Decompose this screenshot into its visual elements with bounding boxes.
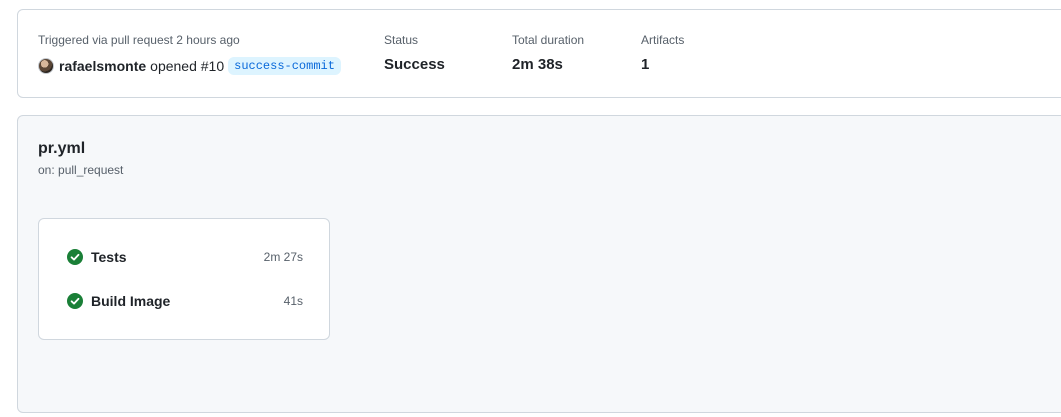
job-name: Tests [91,249,127,265]
job-tests[interactable]: Tests 2m 27s [67,247,303,267]
total-duration-value: 2m 38s [512,56,563,73]
artifacts-label: Artifacts [641,33,685,47]
pull-request-link[interactable]: opened #10 [150,58,224,74]
branch-badge[interactable]: success-commit [228,57,341,75]
status-label: Status [384,33,419,47]
workflow-trigger: on: pull_request [38,163,124,177]
run-summary-card: Triggered via pull request 2 hours ago r… [17,9,1061,98]
job-name: Build Image [91,293,171,309]
workflow-graph-panel: pr.yml on: pull_request Tests 2m 27s Bui… [17,115,1061,413]
job-duration: 41s [283,294,303,308]
total-duration-label: Total duration [512,33,585,47]
jobs-card: Tests 2m 27s Build Image 41s [38,218,330,340]
trigger-details: rafaelsmonte opened #10 success-commit [38,56,341,76]
workflow-name[interactable]: pr.yml [38,140,85,158]
job-build-image[interactable]: Build Image 41s [67,291,303,311]
status-value: Success [384,56,445,73]
job-duration: 2m 27s [263,250,303,264]
trigger-description: Triggered via pull request 2 hours ago [38,33,240,47]
check-circle-icon [67,293,83,309]
check-circle-icon [67,249,83,265]
artifacts-count[interactable]: 1 [641,56,649,73]
actor-link[interactable]: rafaelsmonte [59,58,146,74]
avatar[interactable] [38,58,54,74]
